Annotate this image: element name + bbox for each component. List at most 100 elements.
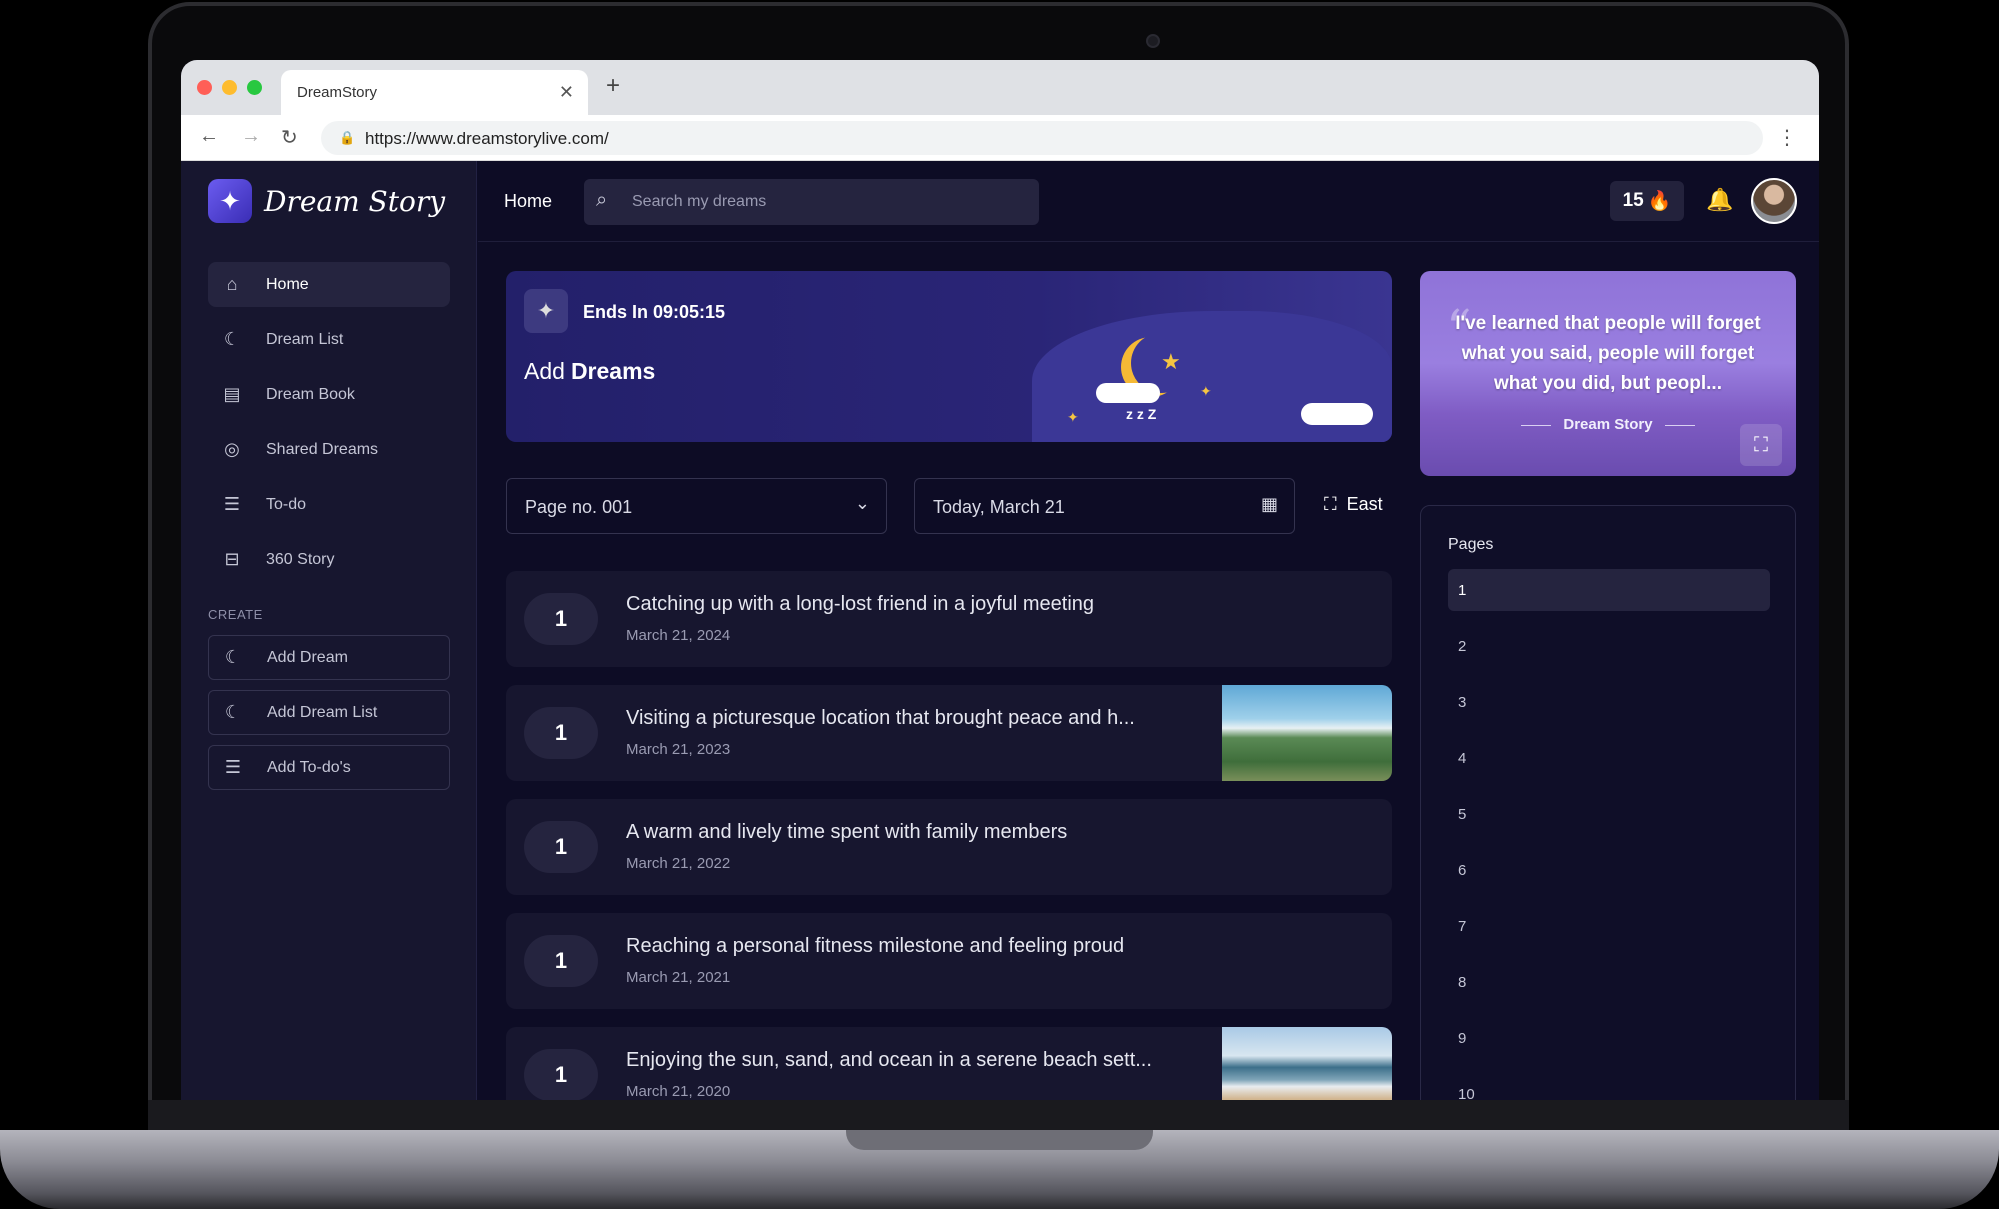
close-tab-icon[interactable]: ✕ bbox=[559, 82, 574, 103]
list-icon: ☰ bbox=[224, 757, 242, 777]
date-value: Today, March 21 bbox=[933, 497, 1065, 517]
browser-tab[interactable]: DreamStory ✕ bbox=[281, 70, 588, 115]
pages-panel: Pages 1 2 3 4 5 6 7 8 9 10 bbox=[1420, 505, 1796, 1100]
page-item[interactable]: 6 bbox=[1448, 849, 1770, 891]
star-icon: ★ bbox=[1161, 349, 1181, 374]
moon-icon: ☾ bbox=[224, 647, 242, 667]
dream-number: 1 bbox=[524, 593, 598, 645]
page-item[interactable]: 9 bbox=[1448, 1017, 1770, 1059]
sidebar-item-todo[interactable]: ☰ To-do bbox=[208, 482, 450, 527]
moon-outline-icon: ☾ bbox=[224, 702, 242, 722]
create-list: ☾ Add Dream ☾ Add Dream List ☰ Add To-do… bbox=[208, 635, 450, 800]
dream-title: A warm and lively time spent with family… bbox=[626, 821, 1068, 843]
quote-card: “ I've learned that people will forget w… bbox=[1420, 271, 1796, 476]
screen: DreamStory ✕ + ← → ↻ 🔒 https://www.dream… bbox=[181, 60, 1819, 1100]
page-select-value: Page no. 001 bbox=[525, 497, 633, 517]
east-button[interactable]: ⛶ East bbox=[1324, 494, 1383, 515]
dream-card[interactable]: 1 Reaching a personal fitness milestone … bbox=[506, 913, 1392, 1009]
dream-number: 1 bbox=[524, 821, 598, 873]
dream-card[interactable]: 1 Catching up with a long-lost friend in… bbox=[506, 571, 1392, 667]
minimize-window-button[interactable] bbox=[222, 80, 237, 95]
page-item[interactable]: 7 bbox=[1448, 905, 1770, 947]
dream-thumbnail-image bbox=[1222, 1027, 1392, 1100]
page-list: 1 2 3 4 5 6 7 8 9 10 bbox=[1448, 569, 1770, 1100]
sparkle-icon: ✦ bbox=[524, 289, 568, 333]
dream-title: Visiting a picturesque location that bro… bbox=[626, 707, 1135, 729]
camera-icon bbox=[1146, 34, 1160, 48]
dream-date: March 21, 2024 bbox=[626, 627, 731, 644]
sidebar-item-dream-book[interactable]: ▤ Dream Book bbox=[208, 372, 450, 417]
dream-date: March 21, 2021 bbox=[626, 969, 731, 986]
create-item-label: Add To-do's bbox=[267, 758, 351, 776]
sidebar-item-shared-dreams[interactable]: ◎ Shared Dreams bbox=[208, 427, 450, 472]
expand-icon[interactable]: ⛶ bbox=[1740, 424, 1782, 466]
countdown-label: Ends In 09:05:15 bbox=[583, 302, 726, 322]
avatar[interactable] bbox=[1751, 178, 1797, 224]
add-dream-button[interactable]: ☾ Add Dream bbox=[208, 635, 450, 680]
sidebar-item-label: Dream List bbox=[266, 330, 344, 348]
laptop-frame: DreamStory ✕ + ← → ↻ 🔒 https://www.dream… bbox=[0, 0, 1999, 1209]
filters-bar: Page no. 001 ⌄ Today, March 21 ▦ ⛶ East bbox=[506, 478, 1392, 534]
brand-logo[interactable]: ✦ Dream Story bbox=[208, 179, 445, 223]
sidebar-item-label: Dream Book bbox=[266, 385, 355, 403]
streak-count: 15 bbox=[1622, 190, 1644, 211]
dream-card[interactable]: 1 Enjoying the sun, sand, and ocean in a… bbox=[506, 1027, 1392, 1100]
forward-icon[interactable]: → bbox=[241, 125, 261, 148]
browser-menu-icon[interactable]: ⋮ bbox=[1777, 125, 1797, 150]
sidebar-item-home[interactable]: ⌂ Home bbox=[208, 262, 450, 307]
streak-badge[interactable]: 15 🔥 bbox=[1610, 181, 1684, 221]
address-bar[interactable]: 🔒 https://www.dreamstorylive.com/ bbox=[321, 121, 1763, 155]
back-icon[interactable]: ← bbox=[199, 125, 219, 148]
bell-icon[interactable]: 🔔 bbox=[1706, 187, 1733, 213]
sidebar-item-dream-list[interactable]: ☾ Dream List bbox=[208, 317, 450, 362]
home-icon: ⌂ bbox=[226, 274, 238, 294]
sidebar-item-label: Home bbox=[266, 275, 309, 293]
page-select[interactable]: Page no. 001 ⌄ bbox=[506, 478, 887, 534]
dream-card[interactable]: 1 Visiting a picturesque location that b… bbox=[506, 685, 1392, 781]
sidebar: ✦ Dream Story ⌂ Home ☾ Dream List ▤ Drea… bbox=[181, 161, 477, 1100]
page-item[interactable]: 1 bbox=[1448, 569, 1770, 611]
dream-date: March 21, 2022 bbox=[626, 855, 731, 872]
banner-title-bold: Dreams bbox=[570, 358, 656, 384]
star-icon: ✦ bbox=[1200, 383, 1212, 399]
sidebar-item-label: Shared Dreams bbox=[266, 440, 379, 458]
reload-icon[interactable]: ↻ bbox=[281, 125, 298, 150]
shared-icon: ◎ bbox=[224, 439, 240, 459]
create-item-label: Add Dream bbox=[267, 648, 348, 666]
add-dreams-banner[interactable]: ✦ Ends In 09:05:15 Add Dreams ★ ✦ ✦ z z Z bbox=[506, 271, 1392, 442]
page-title: Home bbox=[504, 191, 553, 211]
pages-title: Pages bbox=[1448, 536, 1494, 553]
sidebar-nav: ⌂ Home ☾ Dream List ▤ Dream Book ◎ Share… bbox=[208, 262, 450, 592]
new-tab-icon[interactable]: + bbox=[606, 72, 620, 100]
dream-number: 1 bbox=[524, 1049, 598, 1100]
page-item[interactable]: 5 bbox=[1448, 793, 1770, 835]
dream-title: Catching up with a long-lost friend in a… bbox=[626, 593, 1095, 615]
dream-date: March 21, 2023 bbox=[626, 741, 731, 758]
laptop-notch bbox=[846, 1130, 1153, 1150]
sidebar-item-360-story[interactable]: ⊟ 360 Story bbox=[208, 537, 450, 582]
page-item[interactable]: 2 bbox=[1448, 625, 1770, 667]
close-window-button[interactable] bbox=[197, 80, 212, 95]
laptop-hinge bbox=[148, 1100, 1849, 1130]
search-placeholder: Search my dreams bbox=[632, 193, 767, 210]
star-icon: ✦ bbox=[1067, 409, 1079, 425]
date-picker[interactable]: Today, March 21 ▦ bbox=[914, 478, 1295, 534]
maximize-window-button[interactable] bbox=[247, 80, 262, 95]
search-input[interactable]: ⌕ Search my dreams bbox=[584, 179, 1039, 225]
add-dream-list-button[interactable]: ☾ Add Dream List bbox=[208, 690, 450, 735]
page-item[interactable]: 8 bbox=[1448, 961, 1770, 1003]
fullscreen-icon: ⛶ bbox=[1324, 494, 1337, 514]
page-item[interactable]: 10 bbox=[1448, 1073, 1770, 1100]
banner-title-prefix: Add bbox=[524, 358, 565, 384]
chevron-down-icon: ⌄ bbox=[854, 493, 870, 513]
page-item[interactable]: 3 bbox=[1448, 681, 1770, 723]
sidebar-item-label: 360 Story bbox=[266, 550, 335, 568]
tab-title: DreamStory bbox=[297, 84, 378, 101]
add-todos-button[interactable]: ☰ Add To-do's bbox=[208, 745, 450, 790]
book-icon: ▤ bbox=[223, 384, 241, 404]
dream-number: 1 bbox=[524, 935, 598, 987]
page-item[interactable]: 4 bbox=[1448, 737, 1770, 779]
list-icon: ☰ bbox=[223, 494, 241, 514]
east-label: East bbox=[1346, 494, 1383, 514]
dream-card[interactable]: 1 A warm and lively time spent with fami… bbox=[506, 799, 1392, 895]
